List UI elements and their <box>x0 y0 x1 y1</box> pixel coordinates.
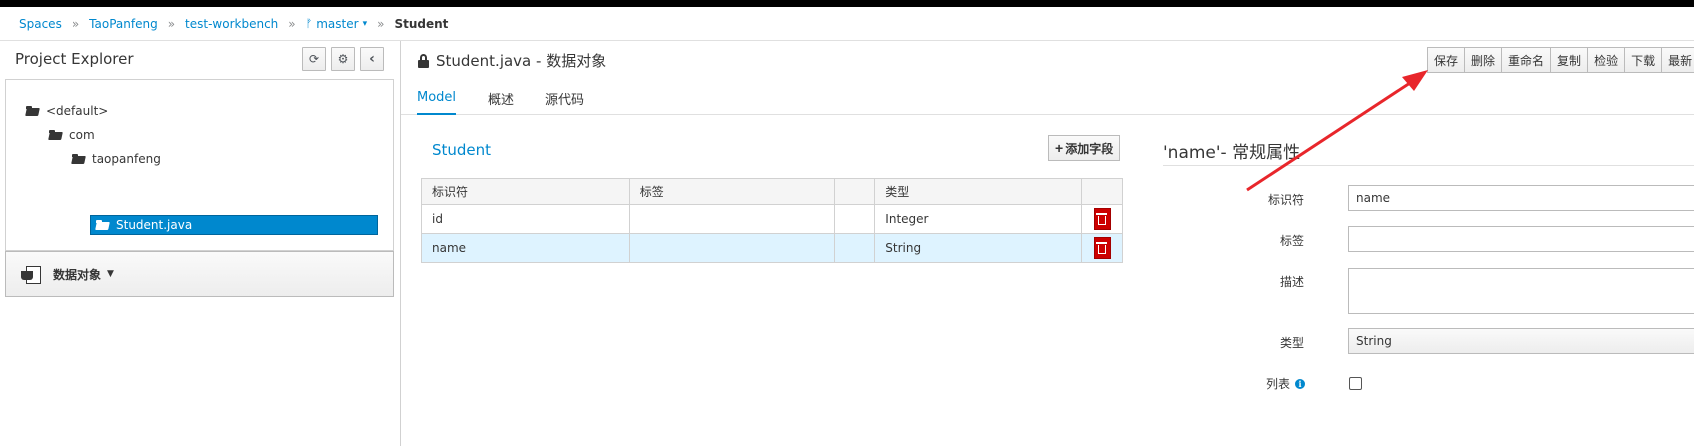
settings-button[interactable]: ⚙ <box>331 47 355 71</box>
breadcrumb-separator: » <box>288 16 296 31</box>
properties-divider <box>1163 165 1694 166</box>
java-file-icon <box>21 263 43 285</box>
properties-title: 'name'- 常规属性 <box>1163 143 1301 163</box>
breadcrumb-spaces[interactable]: Spaces <box>19 17 62 31</box>
list-label: 列表 i <box>1205 375 1305 392</box>
cell-label <box>628 204 836 234</box>
column-header-type: 类型 <box>874 178 1082 205</box>
table-row[interactable]: name String <box>421 233 1123 263</box>
collapse-panel-button[interactable]: ‹ <box>360 47 384 71</box>
trash-icon <box>1096 213 1107 225</box>
column-header-label: 标签 <box>628 178 836 205</box>
fields-table: 标识符 标签 类型 id Integer name String <box>421 178 1123 263</box>
label-label: 标签 <box>1279 234 1304 248</box>
chevron-left-icon: ‹ <box>369 51 375 67</box>
description-label: 描述 <box>1279 275 1304 289</box>
tree-node-student-java[interactable]: Student.java <box>90 215 378 235</box>
tree-node-com[interactable]: com <box>49 125 95 145</box>
cell-actions <box>1081 204 1123 234</box>
cell-blank <box>834 233 876 263</box>
breadcrumb-separator: » <box>71 16 80 31</box>
delete-field-button[interactable] <box>1093 208 1111 230</box>
tree-node-default[interactable]: <default> <box>26 101 108 121</box>
cell-type: String <box>874 233 1082 263</box>
type-label: 类型 <box>1279 336 1304 350</box>
tree-node-taopanfeng[interactable]: taopanfeng <box>72 149 161 169</box>
project-explorer-header: Project Explorer ⟳ ⚙ ‹ <box>0 41 400 79</box>
chevron-down-icon: ▾ <box>362 18 368 29</box>
column-header-actions <box>1081 178 1123 205</box>
cell-identifier: id <box>421 204 630 234</box>
editor-tabs: Model 概述 源代码 <box>401 81 1694 115</box>
type-select[interactable]: String <box>1348 328 1694 354</box>
validate-button[interactable]: 检验 <box>1588 47 1626 73</box>
info-icon[interactable]: i <box>1295 378 1305 389</box>
breadcrumb-separator: » <box>377 16 385 31</box>
project-explorer-panel: Project Explorer ⟳ ⚙ ‹ <default> com tao… <box>0 41 401 446</box>
cell-label <box>628 233 836 263</box>
latest-button[interactable]: 最新 <box>1662 47 1694 73</box>
tab-source[interactable]: 源代码 <box>545 81 584 115</box>
tree-node-label: <default> <box>46 104 109 118</box>
branch-label: master <box>316 16 359 31</box>
lock-icon <box>418 53 429 68</box>
plus-icon: + <box>1055 140 1064 156</box>
description-textarea[interactable] <box>1348 268 1694 314</box>
cell-blank <box>834 204 876 234</box>
tree-node-label: taopanfeng <box>92 152 161 166</box>
delete-field-button[interactable] <box>1093 237 1111 259</box>
identifier-input[interactable]: name <box>1348 185 1694 211</box>
project-tree: <default> com taopanfeng Student.java <box>5 79 394 251</box>
branch-icon: ᚠ <box>305 17 313 30</box>
top-bar <box>0 0 1694 7</box>
folder-open-icon <box>96 220 110 230</box>
add-field-label: 添加字段 <box>1065 141 1114 156</box>
table-row[interactable]: id Integer <box>421 204 1123 234</box>
breadcrumb-project[interactable]: test-workbench <box>185 17 278 31</box>
cell-actions <box>1081 233 1123 263</box>
type-value: String <box>1356 334 1392 348</box>
folder-open-icon <box>49 130 63 140</box>
breadcrumb-space[interactable]: TaoPanfeng <box>89 17 158 31</box>
breadcrumb-separator: » <box>167 16 176 31</box>
breadcrumb-branch-dropdown[interactable]: ᚠ master ▾ <box>306 17 367 31</box>
caret-down-icon: ▼ <box>107 269 114 279</box>
list-checkbox[interactable] <box>1349 377 1362 390</box>
add-field-button[interactable]: + 添加字段 <box>1048 135 1121 161</box>
save-button[interactable]: 保存 <box>1427 47 1466 73</box>
editor-title-text: Student.java - 数据对象 <box>436 52 607 70</box>
breadcrumb: Spaces » TaoPanfeng » test-workbench » ᚠ… <box>0 7 1694 41</box>
refresh-button[interactable]: ⟳ <box>302 47 326 71</box>
model-name: Student <box>432 141 492 159</box>
folder-open-icon <box>26 106 40 116</box>
identifier-value: name <box>1356 191 1391 205</box>
data-object-menu-button[interactable]: 数据对象 ▼ <box>5 251 394 297</box>
cell-identifier: name <box>421 233 630 263</box>
download-button[interactable]: 下载 <box>1625 47 1663 73</box>
trash-icon <box>1096 242 1107 254</box>
editor-title: Student.java - 数据对象 <box>418 50 606 71</box>
editor-toolbar: 保存 删除 重命名 复制 检验 下载 最新 <box>1427 47 1694 73</box>
list-label-text: 列表 <box>1265 377 1290 391</box>
rename-button[interactable]: 重命名 <box>1502 47 1552 73</box>
delete-button[interactable]: 删除 <box>1465 47 1503 73</box>
data-object-menu-label: 数据对象 <box>53 267 102 282</box>
cell-type: Integer <box>874 204 1082 234</box>
refresh-icon: ⟳ <box>308 52 320 66</box>
folder-open-icon <box>72 154 86 164</box>
tree-node-label: com <box>69 128 95 142</box>
tab-model[interactable]: Model <box>417 81 457 115</box>
copy-button[interactable]: 复制 <box>1551 47 1589 73</box>
gear-icon: ⚙ <box>337 52 349 66</box>
label-input[interactable] <box>1348 226 1694 252</box>
tree-node-label: Student.java <box>116 218 193 232</box>
project-explorer-title: Project Explorer <box>15 50 134 68</box>
tab-overview[interactable]: 概述 <box>488 81 514 115</box>
identifier-label: 标识符 <box>1267 193 1304 207</box>
column-header-blank <box>834 178 876 205</box>
breadcrumb-current: Student <box>394 16 449 31</box>
table-header-row: 标识符 标签 类型 <box>421 178 1123 205</box>
column-header-identifier: 标识符 <box>421 178 630 205</box>
